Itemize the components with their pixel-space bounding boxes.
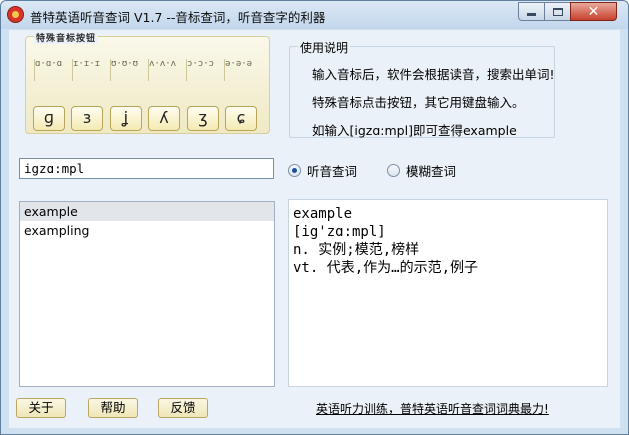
fuzzy-search-radio[interactable]: 模糊查词 xyxy=(387,161,456,180)
scribble-cell: ʌ·ʌ·ʌ xyxy=(148,59,182,81)
usage-line: 特殊音标点击按钮，其它用键盘输入。 xyxy=(312,95,525,110)
close-button[interactable]: ✕ xyxy=(570,2,617,21)
result-word-list[interactable]: example exampling xyxy=(19,201,275,387)
feedback-button[interactable]: 反馈 xyxy=(158,398,208,418)
app-logo-icon xyxy=(7,6,24,23)
phonetic-key-button[interactable]: ɡ xyxy=(33,106,65,131)
phonetic-key-button[interactable]: ɕ xyxy=(225,106,257,131)
list-item[interactable]: exampling xyxy=(20,221,274,240)
scribble-cell: ə·ə·ə xyxy=(224,59,258,81)
usage-line: 输入音标后，软件会根据读音，搜索出单词! xyxy=(312,67,555,82)
radio-unchecked-icon xyxy=(387,164,400,177)
keyboard-scribbles: ɑ·ɑ·ɑ ɪ·ɪ·ɪ ʊ·ʊ·ʊ ʌ·ʌ·ʌ ɔ·ɔ·ɔ ə·ə·ə xyxy=(34,59,260,81)
app-window: 普特英语听音查词 V1.7 --音标查词，听音查字的利器 ✕ 特殊音标按钮 ɑ·… xyxy=(0,0,629,435)
phonetic-keyboard-panel: 特殊音标按钮 ɑ·ɑ·ɑ ɪ·ɪ·ɪ ʊ·ʊ·ʊ ʌ·ʌ·ʌ ɔ·ɔ·ɔ ə·ə… xyxy=(25,31,270,134)
phonetic-key-button[interactable]: ɜ xyxy=(71,106,103,131)
listen-search-label: 听音查词 xyxy=(307,164,358,179)
promo-link[interactable]: 英语听力训练，普特英语听音查词词典最力! xyxy=(316,400,549,417)
phonetic-search-input[interactable] xyxy=(19,158,274,179)
scribble-cell: ʊ·ʊ·ʊ xyxy=(110,59,144,81)
maximize-icon xyxy=(552,7,563,16)
phonetic-key-button[interactable]: ʒ xyxy=(187,106,219,131)
about-button[interactable]: 关于 xyxy=(16,398,66,418)
definition-phonetic: [ig'zɑ:mpl] xyxy=(293,224,386,240)
scribble-cell: ɑ·ɑ·ɑ xyxy=(34,59,68,81)
phonetic-key-button[interactable]: ʝ xyxy=(110,106,142,131)
definition-word: example xyxy=(293,206,353,222)
window-title: 普特英语听音查词 V1.7 --音标查词，听音查字的利器 xyxy=(30,10,326,25)
listen-search-radio[interactable]: 听音查词 xyxy=(288,161,357,180)
help-button[interactable]: 帮助 xyxy=(88,398,138,418)
list-item[interactable]: example xyxy=(20,202,274,221)
fuzzy-search-label: 模糊查词 xyxy=(406,164,457,179)
title-bar[interactable]: 普特英语听音查词 V1.7 --音标查词，听音查字的利器 ✕ xyxy=(1,1,628,29)
usage-line: 如输入[igzɑ:mpl]即可查得example xyxy=(312,123,517,138)
scribble-cell: ɔ·ɔ·ɔ xyxy=(186,59,220,81)
minimize-button[interactable] xyxy=(518,2,545,21)
phonetic-key-button[interactable]: ʎ xyxy=(148,106,180,131)
definition-noun: n. 实例;模范,榜样 xyxy=(293,242,420,258)
scribble-cell: ɪ·ɪ·ɪ xyxy=(72,59,106,81)
definition-verb: vt. 代表,作为…的示范,例子 xyxy=(293,260,479,276)
keyboard-legend: 特殊音标按钮 xyxy=(34,31,99,44)
radio-checked-icon xyxy=(288,164,301,177)
maximize-button[interactable] xyxy=(544,2,571,21)
client-area: 特殊音标按钮 ɑ·ɑ·ɑ ɪ·ɪ·ɪ ʊ·ʊ·ʊ ʌ·ʌ·ʌ ɔ·ɔ·ɔ ə·ə… xyxy=(9,30,620,428)
close-icon: ✕ xyxy=(587,3,600,20)
minimize-icon xyxy=(527,13,536,16)
usage-instructions-group: 使用说明 输入音标后，软件会根据读音，搜索出单词! 特殊音标点击按钮，其它用键盘… xyxy=(289,39,555,138)
definition-panel: example [ig'zɑ:mpl] n. 实例;模范,榜样 vt. 代表,作… xyxy=(288,199,608,387)
usage-title: 使用说明 xyxy=(298,39,351,56)
